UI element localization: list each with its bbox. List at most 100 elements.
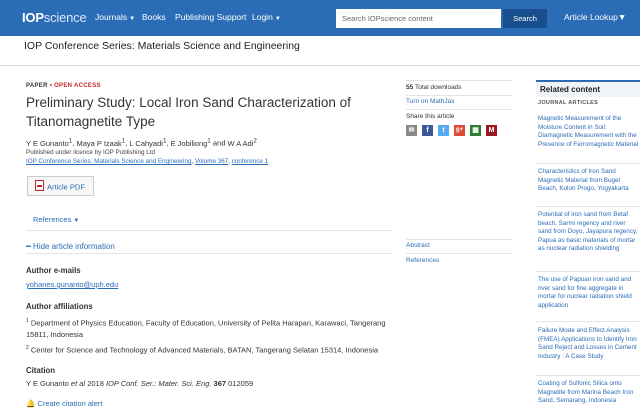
breadcrumb-journal[interactable]: IOP Conference Series: Materials Science… [26, 158, 191, 165]
pdf-icon [35, 180, 44, 191]
related-content-heading: Related content [536, 80, 640, 97]
nav-login-label: Login [252, 12, 273, 22]
related-article-link[interactable]: Potential of iron sand from Betaf beach,… [536, 211, 640, 254]
affiliation-item: 1 Department of Physics Education, Facul… [26, 316, 391, 340]
nav-books[interactable]: Books [142, 12, 166, 22]
chevron-down-icon: ▼ [129, 16, 136, 22]
divider [26, 253, 391, 254]
share-label: Share this article [406, 113, 455, 120]
author-name: Maya P Izaak [76, 138, 122, 148]
divider [536, 206, 640, 207]
article-title: Preliminary Study: Local Iron Sand Chara… [26, 95, 351, 129]
turn-on-mathjax-link[interactable]: Turn on MathJax [406, 98, 455, 105]
journal-articles-subheading: JOURNAL ARTICLES [538, 100, 599, 106]
affiliation-text: Center for Science and Technology of Adv… [30, 345, 379, 355]
mendeley-icon[interactable]: M [486, 125, 497, 136]
top-navigation-bar: IOPscience Journals ▼ Books Publishing Su… [0, 0, 640, 36]
author-link[interactable]: Maya P Izaak1 [76, 137, 126, 148]
twitter-icon[interactable]: t [438, 125, 449, 136]
author-name: E Jobiliong [170, 138, 208, 148]
author-link[interactable]: E Jobiliong1 [170, 137, 211, 148]
nav-login[interactable]: Login ▼ [252, 12, 281, 22]
divider [26, 230, 391, 231]
author-link[interactable]: W A Adi2 [227, 137, 257, 148]
related-article-link[interactable]: The use of Papuan iron sand and river sa… [536, 276, 640, 310]
nav-publishing-support-label: Publishing Support [175, 12, 247, 22]
author-affiliation-number: 1 [162, 137, 167, 144]
related-article-link[interactable]: Magnetic Measurement of the Moisture Con… [536, 115, 640, 149]
references-label: References [33, 215, 72, 224]
author-affiliation-number: 1 [68, 137, 73, 144]
affiliation-item: 2 Center for Science and Technology of A… [26, 343, 391, 356]
related-article-link[interactable]: Characteristics of Iron Sand Magnetic Ma… [536, 168, 640, 194]
article-lookup-menu[interactable]: Article Lookup▼ [564, 12, 626, 22]
related-article-link[interactable]: Failure Mode and Effect Analysis (FMEA) … [536, 327, 640, 361]
citation-page: 012059 [228, 379, 254, 388]
author-link[interactable]: Y E Gunanto1 [26, 137, 73, 148]
divider [406, 253, 512, 254]
abstract-link[interactable]: Abstract [406, 242, 430, 249]
divider [536, 321, 640, 322]
author-name: W A Adi [227, 138, 254, 148]
hide-article-info-toggle[interactable]: ━ Hide article information [26, 242, 115, 251]
citation-text: Y E Gunanto et al 2018 IOP Conf. Ser.: M… [26, 379, 253, 388]
article-lookup-label: Article Lookup [564, 12, 618, 22]
author-affiliation-number: 1 [121, 137, 126, 144]
affiliation-number: 2 [26, 345, 29, 351]
citation-alert-label: Create citation alert [37, 399, 103, 408]
article-type-label: PAPER • OPEN ACCESS [26, 83, 101, 89]
citation-volume: 367 [213, 379, 227, 388]
citeulike-icon[interactable]: ▦ [470, 125, 481, 136]
author-and: and [212, 138, 226, 148]
author-emails-heading: Author e-mails [26, 266, 81, 275]
divider [406, 80, 512, 81]
references-dropdown[interactable]: References ▼ [33, 215, 79, 224]
logo-science-text: science [43, 10, 87, 25]
facebook-icon[interactable]: f [422, 125, 433, 136]
iopscience-logo[interactable]: IOPscience [22, 10, 87, 25]
divider [536, 375, 640, 376]
affiliation-text: Department of Physics Education, Faculty… [26, 318, 386, 339]
author-affiliation-number: 2 [253, 137, 257, 144]
nav-journals-label: Journals [95, 12, 128, 22]
citation-journal: IOP Conf. Ser.: Mater. Sci. Eng. [105, 379, 212, 388]
author-name: L Cahyadi [129, 138, 163, 148]
nav-publishing-support[interactable]: Publishing Support [175, 12, 246, 22]
author-affiliations-heading: Author affiliations [26, 302, 93, 311]
breadcrumb-volume[interactable]: Volume 367 [195, 158, 228, 165]
author-link[interactable]: L Cahyadi1 [129, 137, 167, 148]
author-affiliation-number: 1 [207, 137, 211, 144]
citation-authors: Y E Gunanto [26, 379, 69, 388]
author-email-link[interactable]: yohanes.gunanto@uph.edu [26, 280, 118, 289]
chevron-down-icon: ▼ [617, 12, 627, 22]
logo-iop-text: IOP [22, 10, 44, 25]
divider [0, 65, 640, 66]
licence-text: Published under licence by IOP Publishin… [26, 149, 156, 156]
divider [536, 271, 640, 272]
nav-journals[interactable]: Journals ▼ [95, 12, 135, 22]
open-access-badge: OPEN ACCESS [54, 83, 101, 89]
related-article-link[interactable]: Coating of Sulfonic Silica onto Magnetit… [536, 380, 640, 414]
affiliation-number: 1 [26, 318, 29, 324]
divider [536, 163, 640, 164]
googleplus-icon[interactable]: g+ [454, 125, 465, 136]
citation-heading: Citation [26, 366, 56, 375]
paper-label: PAPER [26, 83, 48, 89]
author-name: Y E Gunanto [26, 138, 69, 148]
journal-title[interactable]: IOP Conference Series: Materials Science… [24, 40, 300, 52]
downloads-count: 55 [406, 84, 414, 91]
divider [406, 95, 512, 96]
article-pdf-label: Article PDF [47, 182, 85, 192]
article-pdf-button[interactable]: Article PDF [27, 176, 94, 196]
email-icon[interactable]: ✉ [406, 125, 417, 136]
search-input[interactable] [336, 9, 501, 28]
divider [406, 239, 512, 240]
total-downloads: 55 Total downloads [406, 84, 462, 91]
citation-year: 2018 [87, 379, 104, 388]
breadcrumb: IOP Conference Series: Materials Science… [26, 158, 268, 165]
references-link[interactable]: References [406, 257, 439, 264]
divider [406, 109, 512, 110]
search-button[interactable]: Search [503, 9, 547, 28]
breadcrumb-conference[interactable]: conference 1 [232, 158, 268, 165]
create-citation-alert-link[interactable]: 🔔 Create citation alert [26, 399, 102, 408]
